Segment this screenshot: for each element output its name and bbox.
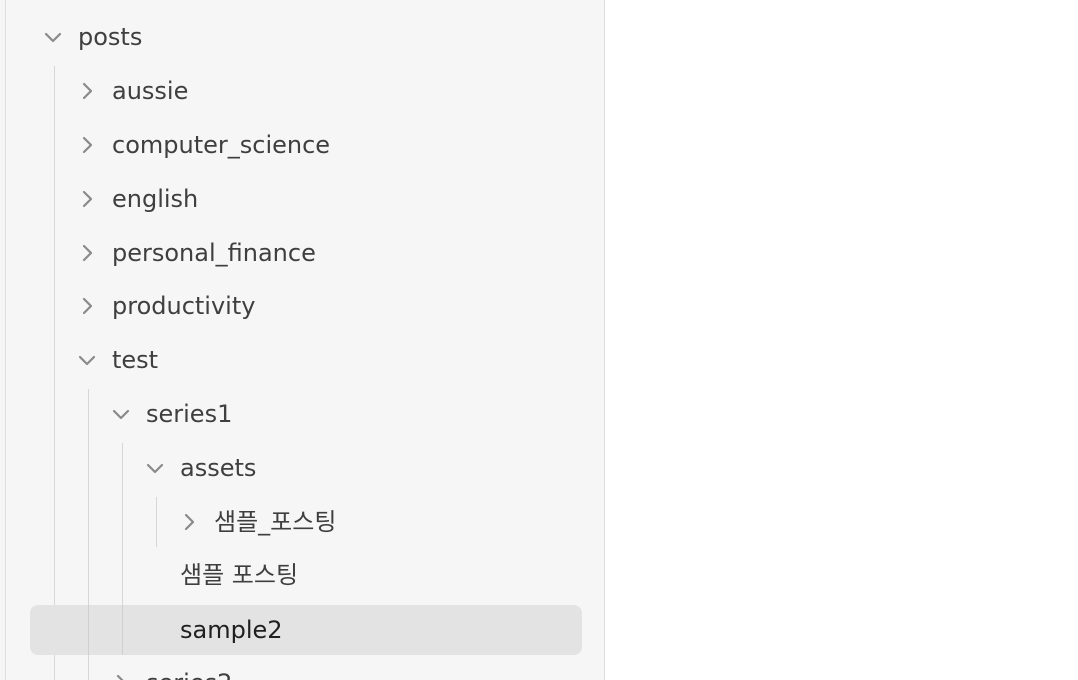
tree-item-label: english [112, 185, 199, 213]
tree-item-label: 샘플_포스팅 [214, 508, 337, 536]
tree-item-label: series1 [146, 400, 233, 428]
chevron-right-icon[interactable] [76, 80, 98, 102]
tree-item-label: personal_finance [112, 239, 316, 267]
chevron-right-icon[interactable] [76, 242, 98, 264]
tree-item-label: computer_science [112, 131, 331, 159]
tree-item-label: 샘플 포스팅 [180, 561, 299, 589]
file-explorer: posts aussie computer_science english pe… [6, 0, 605, 680]
chevron-right-icon[interactable] [76, 295, 98, 317]
chevron-down-icon[interactable] [42, 26, 64, 48]
tree-item-personal-finance[interactable]: personal_finance [30, 228, 582, 278]
editor-area[interactable] [605, 0, 1078, 680]
tree-item-label: series2 [146, 658, 232, 680]
tree-item-series1[interactable]: series1 [30, 389, 582, 439]
tree-item-posts[interactable]: posts [30, 12, 582, 62]
tree-item-label: test [112, 346, 159, 374]
tree-item-label: productivity [112, 292, 256, 320]
chevron-right-icon[interactable] [76, 188, 98, 210]
tree-item-label: sample2 [180, 616, 283, 644]
tree-item-english[interactable]: english [30, 174, 582, 224]
tree-item-test[interactable]: test [30, 335, 582, 385]
tree-item-assets[interactable]: assets [30, 443, 582, 493]
tree-item-sample-posting-file[interactable]: 샘플 포스팅 [30, 550, 582, 600]
tree-item-sample2[interactable]: sample2 [30, 605, 582, 655]
indent-guide-test [88, 605, 89, 655]
indent-guide-series1 [122, 605, 123, 655]
tree-item-label: posts [78, 23, 143, 51]
tree-item-series2[interactable]: series2 [30, 658, 582, 680]
chevron-right-icon[interactable] [110, 672, 132, 680]
chevron-down-icon[interactable] [144, 457, 166, 479]
tree-item-label: assets [180, 454, 257, 482]
chevron-down-icon[interactable] [76, 349, 98, 371]
chevron-right-icon[interactable] [76, 134, 98, 156]
tree-item-label: aussie [112, 77, 189, 105]
tree-item-aussie[interactable]: aussie [30, 66, 582, 116]
chevron-down-icon[interactable] [110, 403, 132, 425]
tree-item-sample-posting-folder[interactable]: 샘플_포스팅 [30, 497, 582, 547]
chevron-right-icon[interactable] [178, 511, 200, 533]
tree-item-computer-science[interactable]: computer_science [30, 120, 582, 170]
tree-item-productivity[interactable]: productivity [30, 281, 582, 331]
